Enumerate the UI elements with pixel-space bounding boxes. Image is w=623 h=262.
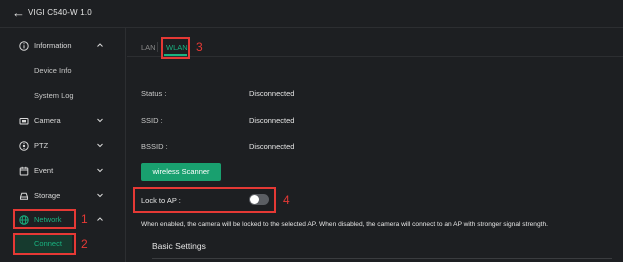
main-content: LAN WLAN Status : Disconnected SSID : Di… xyxy=(127,28,623,262)
section-divider xyxy=(152,258,612,259)
sidebar-item-event[interactable]: Event xyxy=(0,162,126,180)
sidebar-item-ptz[interactable]: PTZ xyxy=(0,137,126,155)
calendar-icon xyxy=(19,166,29,176)
tab-separator xyxy=(157,42,158,52)
bssid-value: Disconnected xyxy=(249,142,295,151)
sidebar-item-connect[interactable]: Connect xyxy=(14,235,72,253)
sidebar-item-system-log[interactable]: System Log xyxy=(0,87,126,105)
sidebar-item-label: Camera xyxy=(34,116,61,125)
sidebar-item-label: Information xyxy=(34,41,72,50)
top-bar: ← VIGI C540-W 1.0 xyxy=(0,0,623,28)
ssid-value: Disconnected xyxy=(249,116,295,125)
arrow-left-icon[interactable]: ← xyxy=(12,6,25,20)
sidebar-item-camera[interactable]: Camera xyxy=(0,112,126,130)
sidebar-item-label: Storage xyxy=(34,191,61,200)
tab-wlan[interactable]: WLAN xyxy=(166,43,188,52)
ssid-label: SSID : xyxy=(141,116,163,125)
wireless-scanner-button[interactable]: wireless Scanner xyxy=(141,163,221,181)
tab-lan[interactable]: LAN xyxy=(141,43,156,52)
sidebar-item-device-info[interactable]: Device Info xyxy=(0,62,126,80)
sidebar-item-label: Connect xyxy=(34,239,62,248)
chevron-down-icon xyxy=(96,166,104,174)
sidebar-item-storage[interactable]: Storage xyxy=(0,187,126,205)
toggle-knob xyxy=(250,195,259,204)
chevron-down-icon xyxy=(96,191,104,199)
annotation-number-4: 4 xyxy=(283,193,290,207)
sidebar-item-label: PTZ xyxy=(34,141,49,150)
annotation-number-1: 1 xyxy=(81,212,88,226)
status-label: Status : xyxy=(141,89,167,98)
camera-icon xyxy=(19,116,29,126)
info-icon xyxy=(19,41,29,51)
lock-to-ap-toggle[interactable] xyxy=(249,194,269,205)
sidebar-item-label: System Log xyxy=(34,91,74,100)
sidebar-item-information[interactable]: Information xyxy=(0,37,126,55)
bssid-label: BSSID : xyxy=(141,142,168,151)
basic-settings-heading: Basic Settings xyxy=(152,241,206,251)
sidebar-item-label: Device Info xyxy=(34,66,72,75)
sidebar-item-label: Event xyxy=(34,166,54,175)
annotation-number-3: 3 xyxy=(196,40,203,54)
globe-icon xyxy=(19,215,29,225)
tab-divider xyxy=(127,56,623,57)
sidebar-item-label: Network xyxy=(34,215,62,224)
ptz-icon xyxy=(19,141,29,151)
status-value: Disconnected xyxy=(249,89,295,98)
sidebar: Information Device Info System Log Camer… xyxy=(0,28,126,262)
chevron-up-icon xyxy=(96,215,104,223)
lock-to-ap-description: When enabled, the camera will be locked … xyxy=(141,221,548,228)
sidebar-item-network[interactable]: Network xyxy=(0,211,126,229)
chevron-up-icon xyxy=(96,41,104,49)
lock-to-ap-label: Lock to AP : xyxy=(141,196,181,205)
device-title: VIGI C540-W 1.0 xyxy=(28,8,92,17)
chevron-down-icon xyxy=(96,116,104,124)
annotation-number-2: 2 xyxy=(81,237,88,251)
chevron-down-icon xyxy=(96,141,104,149)
storage-icon xyxy=(19,191,29,201)
